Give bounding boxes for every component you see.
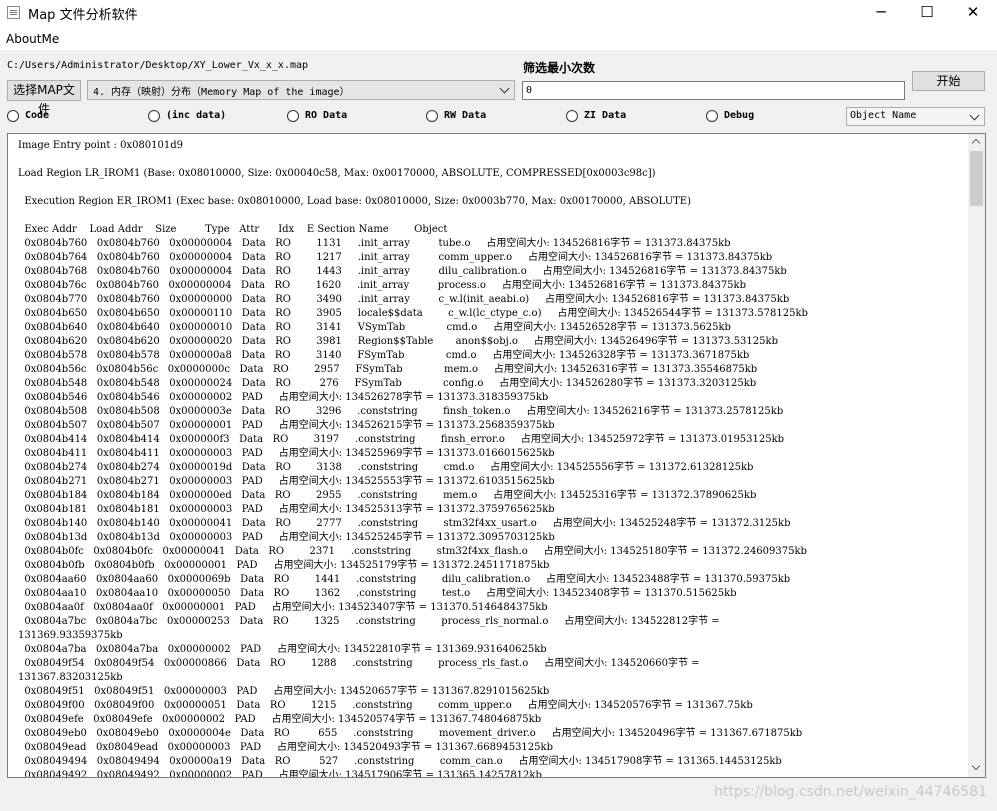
output-content: Image Entry point : 0x080101d9 Load Regi… — [18, 139, 808, 778]
output-line: 0x08049f54 0x08049f54 0x00000866 Data RO… — [18, 658, 700, 669]
chevron-down-icon — [969, 110, 980, 121]
output-line: 0x0804aa60 0x0804aa60 0x0000069b Data RO… — [18, 574, 791, 585]
radio-circle-icon — [566, 110, 578, 122]
map-file-path: C:/Users/Administrator/Desktop/XY_Lower_… — [7, 60, 309, 71]
output-line: 0x0804b0fc 0x0804b0fc 0x00000041 Data RO… — [18, 546, 807, 557]
radio-circle-icon — [287, 110, 299, 122]
radio-circle-icon — [706, 110, 718, 122]
output-line: 0x0804b181 0x0804b181 0x00000003 PAD 占用空… — [18, 504, 555, 515]
title-bar: Map 文件分析软件 ─ ☐ ✕ — [0, 0, 997, 26]
output-line: 0x0804b770 0x0804b760 0x00000000 Data RO… — [18, 294, 790, 305]
output-line: 0x0804b76c 0x0804b760 0x00000004 Data RO… — [18, 280, 747, 291]
output-line: 0x0804b274 0x0804b274 0x0000019d Data RO… — [18, 462, 754, 473]
radio-label: Debug — [724, 110, 755, 121]
output-line: 0x08049494 0x08049494 0x00000a19 Data RO… — [18, 756, 782, 767]
output-line: 0x0804aa0f 0x0804aa0f 0x00000001 PAD 占用空… — [18, 602, 548, 613]
output-line: 0x0804b768 0x0804b760 0x00000004 Data RO… — [18, 266, 787, 277]
output-line: Exec Addr Load Addr Size Type Attr Idx E… — [18, 224, 448, 235]
output-line: 0x0804b13d 0x0804b13d 0x00000003 PAD 占用空… — [18, 532, 555, 543]
radio-label: ZI Data — [584, 110, 627, 121]
output-line: 0x0804b650 0x0804b650 0x00000110 Data RO… — [18, 308, 808, 319]
radio-circle-icon — [7, 110, 19, 122]
output-line: 0x0804b640 0x0804b640 0x00000010 Data RO… — [18, 322, 731, 333]
output-line: 0x08049492 0x08049492 0x00000002 PAD 占用空… — [18, 770, 542, 778]
object-name-value: Object Name — [850, 110, 917, 121]
scroll-up-icon[interactable] — [971, 138, 981, 148]
output-line: 0x08049efe 0x08049efe 0x00000002 PAD 占用空… — [18, 714, 542, 725]
maximize-button[interactable]: ☐ — [904, 0, 950, 26]
output-line: 0x0804a7ba 0x0804a7ba 0x00000002 PAD 占用空… — [18, 644, 547, 655]
radio-label: Code — [25, 110, 50, 121]
choose-map-file-button[interactable]: 选择MAP文件 — [7, 80, 81, 116]
vertical-scrollbar[interactable] — [968, 134, 985, 777]
chevron-down-icon — [499, 83, 510, 94]
output-line: Execution Region ER_IROM1 (Exec base: 0x… — [18, 196, 692, 207]
output-line: 0x0804b184 0x0804b184 0x000000ed Data RO… — [18, 490, 757, 501]
output-line: 0x0804b578 0x0804b578 0x000000a8 Data RO… — [18, 350, 750, 361]
output-text-area[interactable]: Image Entry point : 0x080101d9 Load Regi… — [7, 133, 986, 778]
filter-min-count-label: 筛选最小次数 — [523, 61, 596, 75]
output-line: 0x08049eb0 0x08049eb0 0x0000004e Data RO… — [18, 728, 803, 739]
output-line: 0x0804a7bc 0x0804a7bc 0x00000253 Data RO… — [18, 616, 720, 627]
output-line: 0x0804b0fb 0x0804b0fb 0x00000001 PAD 占用空… — [18, 560, 550, 571]
output-line: 0x0804b760 0x0804b760 0x00000004 Data RO… — [18, 238, 731, 249]
scroll-thumb[interactable] — [970, 151, 983, 206]
output-line: 0x0804b56c 0x0804b56c 0x0000000c Data RO… — [18, 364, 758, 375]
radio-label: RW Data — [444, 110, 487, 121]
output-line: 0x0804b546 0x0804b546 0x00000002 PAD 占用空… — [18, 392, 549, 403]
radio-circle-icon — [426, 110, 438, 122]
object-name-select[interactable]: Object Name — [846, 107, 985, 126]
output-line: 0x0804b620 0x0804b620 0x00000020 Data RO… — [18, 336, 778, 347]
output-line: 0x08049f51 0x08049f51 0x00000003 PAD 占用空… — [18, 686, 550, 697]
output-line: Image Entry point : 0x080101d9 — [18, 140, 184, 151]
output-line: 0x0804b764 0x0804b760 0x00000004 Data RO… — [18, 252, 773, 263]
radio-circle-icon — [148, 110, 160, 122]
radio-label: (inc data) — [166, 110, 227, 121]
window-title: Map 文件分析软件 — [28, 8, 138, 23]
output-line: 0x0804b411 0x0804b411 0x00000003 PAD 占用空… — [18, 448, 555, 459]
output-line: 0x08049ead 0x08049ead 0x00000003 PAD 占用空… — [18, 742, 553, 753]
menu-bar: AboutMe — [0, 26, 997, 50]
minimize-button[interactable]: ─ — [858, 0, 904, 26]
output-line: Load Region LR_IROM1 (Base: 0x08010000, … — [18, 168, 656, 179]
analysis-mode-select[interactable]: 4. 内存（映射）分布（Memory Map of the image） — [87, 80, 515, 100]
app-icon — [7, 6, 20, 19]
start-button[interactable]: 开始 — [912, 71, 985, 91]
output-line: 0x08049f00 0x08049f00 0x00000051 Data RO… — [18, 700, 753, 711]
output-line: 0x0804b507 0x0804b507 0x00000001 PAD 占用空… — [18, 420, 555, 431]
output-line: 0x0804b414 0x0804b414 0x000000f3 Data RO… — [18, 434, 785, 445]
filter-min-count-input[interactable]: 0 — [522, 81, 905, 100]
watermark: https://blog.csdn.net/weixin_44746581 — [713, 784, 987, 800]
output-line: 0x0804b508 0x0804b508 0x0000003e Data RO… — [18, 406, 784, 417]
output-line: 0x0804b548 0x0804b548 0x00000024 Data RO… — [18, 378, 757, 389]
output-line: 131367.83203125kb — [18, 672, 123, 683]
scroll-down-icon[interactable] — [971, 761, 981, 771]
output-line: 0x0804aa10 0x0804aa10 0x00000050 Data RO… — [18, 588, 737, 599]
output-line: 0x0804b140 0x0804b140 0x00000041 Data RO… — [18, 518, 791, 529]
output-line: 0x0804b271 0x0804b271 0x00000003 PAD 占用空… — [18, 476, 555, 487]
analysis-mode-value: 4. 内存（映射）分布（Memory Map of the image） — [93, 87, 350, 98]
output-line: 131369.93359375kb — [18, 630, 123, 641]
radio-label: RO Data — [305, 110, 348, 121]
menu-item-aboutme[interactable]: AboutMe — [6, 32, 59, 46]
close-button[interactable]: ✕ — [950, 0, 996, 26]
